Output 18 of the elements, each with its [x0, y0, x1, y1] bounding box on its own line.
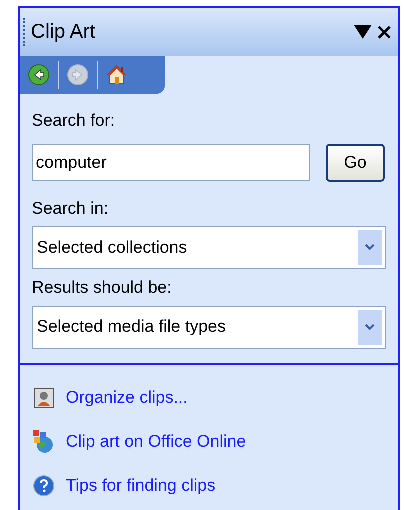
task-link[interactable]: Tips for finding clips	[66, 472, 216, 498]
search-for-label: Search for:	[32, 110, 116, 132]
back-button[interactable]	[26, 62, 52, 88]
results-label: Results should be:	[32, 277, 173, 299]
globe-icon	[33, 430, 55, 454]
search-field[interactable]: computer	[32, 144, 310, 181]
help-icon	[33, 474, 55, 496]
triangle-down-icon	[354, 25, 372, 39]
dropdown[interactable]: Selected media file types	[32, 306, 386, 348]
person-portrait-icon	[34, 388, 54, 408]
pane-title: Clip Art	[31, 20, 96, 45]
go-button[interactable]: Go	[326, 144, 385, 182]
search-in-label: Search in:	[32, 198, 110, 220]
dropdown[interactable]: Selected collections	[32, 226, 386, 269]
task-link[interactable]: Clip art on Office Online	[66, 428, 246, 454]
close-icon	[378, 26, 390, 38]
task-link[interactable]: Organize clips...	[66, 384, 188, 410]
house-icon	[106, 64, 128, 86]
